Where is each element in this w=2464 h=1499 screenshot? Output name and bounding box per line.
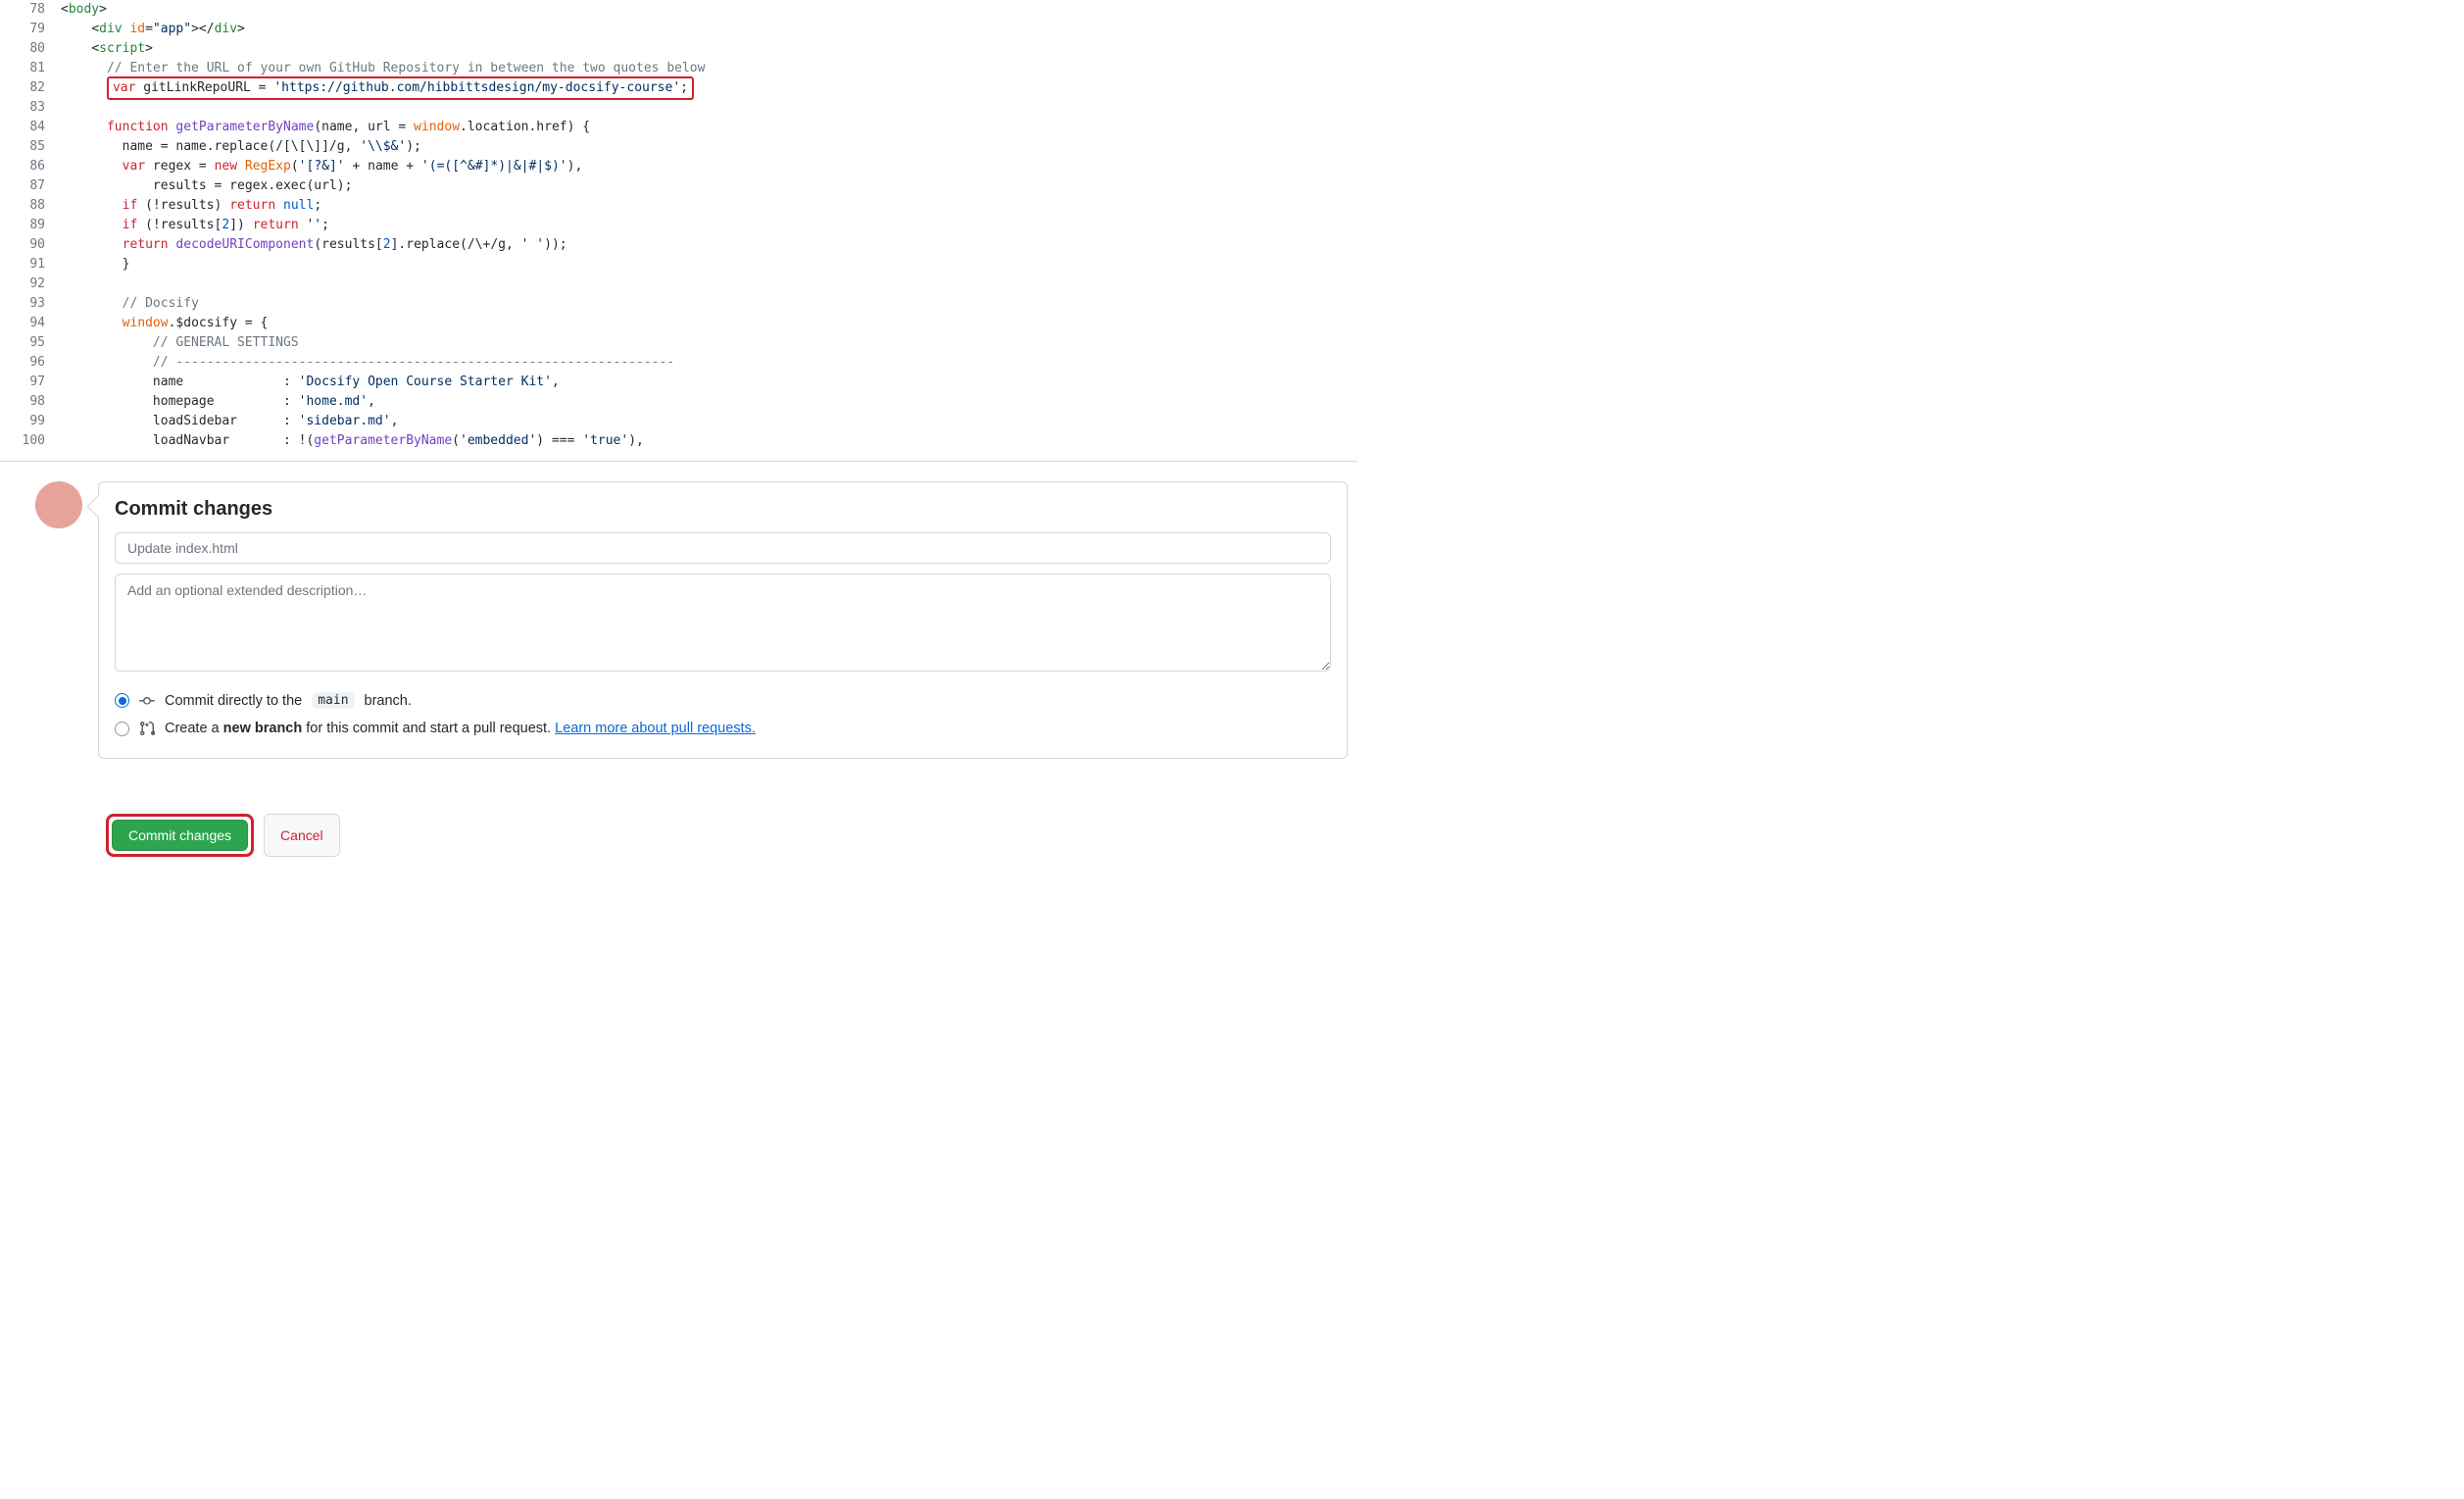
git-commit-icon [139,693,155,709]
code-line[interactable]: 89 if (!results[2]) return ''; [0,216,1357,235]
line-number: 83 [0,98,61,118]
code-editor[interactable]: 78<body>79 <div id="app"></div>80 <scrip… [0,0,1357,462]
code-line[interactable]: 95 // GENERAL SETTINGS [0,333,1357,353]
code-line[interactable]: 83 [0,98,1357,118]
line-number: 85 [0,137,61,157]
line-content[interactable]: if (!results) return null; [61,196,1357,216]
line-content[interactable]: <script> [61,39,1357,59]
code-line[interactable]: 81 // Enter the URL of your own GitHub R… [0,59,1357,78]
radio-direct-text-post: branch. [365,693,412,709]
code-line[interactable]: 97 name : 'Docsify Open Course Starter K… [0,373,1357,392]
line-content[interactable]: loadNavbar : !(getParameterByName('embed… [61,431,1357,451]
code-line[interactable]: 79 <div id="app"></div> [0,20,1357,39]
line-number: 99 [0,412,61,431]
line-content[interactable]: if (!results[2]) return ''; [61,216,1357,235]
code-line[interactable]: 91 } [0,255,1357,275]
line-number: 94 [0,314,61,333]
line-number: 95 [0,333,61,353]
radio-branch-pre: Create a [165,721,220,736]
line-number: 90 [0,235,61,255]
code-line[interactable]: 80 <script> [0,39,1357,59]
line-content[interactable]: window.$docsify = { [61,314,1357,333]
radio-commit-direct[interactable]: Commit directly to the main branch. [115,686,1331,715]
line-content[interactable]: return decodeURIComponent(results[2].rep… [61,235,1357,255]
commit-button-highlight: Commit changes [106,814,254,857]
line-content[interactable]: function getParameterByName(name, url = … [61,118,1357,137]
commit-title: Commit changes [115,498,1331,521]
line-content[interactable]: var gitLinkRepoURL = 'https://github.com… [61,76,1357,100]
line-number: 100 [0,431,61,451]
line-content[interactable]: // Docsify [61,294,1357,314]
code-line[interactable]: 92 [0,275,1357,294]
code-line[interactable]: 86 var regex = new RegExp('[?&]' + name … [0,157,1357,176]
code-line[interactable]: 94 window.$docsify = { [0,314,1357,333]
radio-unchecked-icon [115,722,129,736]
code-line[interactable]: 100 loadNavbar : !(getParameterByName('e… [0,431,1357,451]
line-number: 96 [0,353,61,373]
line-content[interactable]: name : 'Docsify Open Course Starter Kit'… [61,373,1357,392]
code-line[interactable]: 98 homepage : 'home.md', [0,392,1357,412]
highlighted-code: var gitLinkRepoURL = 'https://github.com… [107,76,694,100]
line-content[interactable]: // GENERAL SETTINGS [61,333,1357,353]
line-number: 97 [0,373,61,392]
line-content[interactable]: } [61,255,1357,275]
line-number: 86 [0,157,61,176]
commit-panel: Commit changes Commit directly to the ma… [98,481,1348,759]
line-content[interactable]: <body> [61,0,1357,20]
line-content[interactable]: name = name.replace(/[\[\]]/g, '\\$&'); [61,137,1357,157]
branch-name-tag: main [312,692,354,709]
line-number: 82 [0,78,61,98]
code-line[interactable]: 85 name = name.replace(/[\[\]]/g, '\\$&'… [0,137,1357,157]
line-number: 78 [0,0,61,20]
code-line[interactable]: 87 results = regex.exec(url); [0,176,1357,196]
commit-actions: Commit changes Cancel [8,798,1357,857]
avatar [35,481,82,528]
commit-changes-button[interactable]: Commit changes [112,820,248,851]
radio-checked-icon [115,693,129,708]
code-line[interactable]: 84 function getParameterByName(name, url… [0,118,1357,137]
code-line[interactable]: 88 if (!results) return null; [0,196,1357,216]
line-number: 91 [0,255,61,275]
cancel-button[interactable]: Cancel [264,814,340,857]
learn-more-link[interactable]: Learn more about pull requests. [555,721,756,736]
line-number: 92 [0,275,61,294]
radio-branch-post: for this commit and start a pull request… [306,721,551,736]
line-content[interactable]: results = regex.exec(url); [61,176,1357,196]
code-line[interactable]: 93 // Docsify [0,294,1357,314]
code-line[interactable]: 78<body> [0,0,1357,20]
line-content[interactable]: var regex = new RegExp('[?&]' + name + '… [61,157,1357,176]
line-content[interactable]: <div id="app"></div> [61,20,1357,39]
code-line[interactable]: 90 return decodeURIComponent(results[2].… [0,235,1357,255]
line-content[interactable]: // -------------------------------------… [61,353,1357,373]
commit-section: Commit changes Commit directly to the ma… [0,462,1357,798]
line-number: 93 [0,294,61,314]
line-number: 80 [0,39,61,59]
radio-direct-text-pre: Commit directly to the [165,693,302,709]
line-content[interactable]: loadSidebar : 'sidebar.md', [61,412,1357,431]
line-number: 81 [0,59,61,78]
commit-summary-input[interactable] [115,532,1331,564]
code-line[interactable]: 99 loadSidebar : 'sidebar.md', [0,412,1357,431]
git-pull-request-icon [139,721,155,736]
line-content[interactable]: // Enter the URL of your own GitHub Repo… [61,59,1357,78]
line-content[interactable]: homepage : 'home.md', [61,392,1357,412]
line-number: 89 [0,216,61,235]
line-number: 98 [0,392,61,412]
code-line[interactable]: 96 // ----------------------------------… [0,353,1357,373]
radio-new-branch[interactable]: Create a new branch for this commit and … [115,715,1331,742]
line-number: 88 [0,196,61,216]
line-number: 87 [0,176,61,196]
line-number: 79 [0,20,61,39]
commit-description-input[interactable] [115,574,1331,672]
radio-branch-strong: new branch [223,721,303,736]
line-number: 84 [0,118,61,137]
code-line[interactable]: 82 var gitLinkRepoURL = 'https://github.… [0,78,1357,98]
